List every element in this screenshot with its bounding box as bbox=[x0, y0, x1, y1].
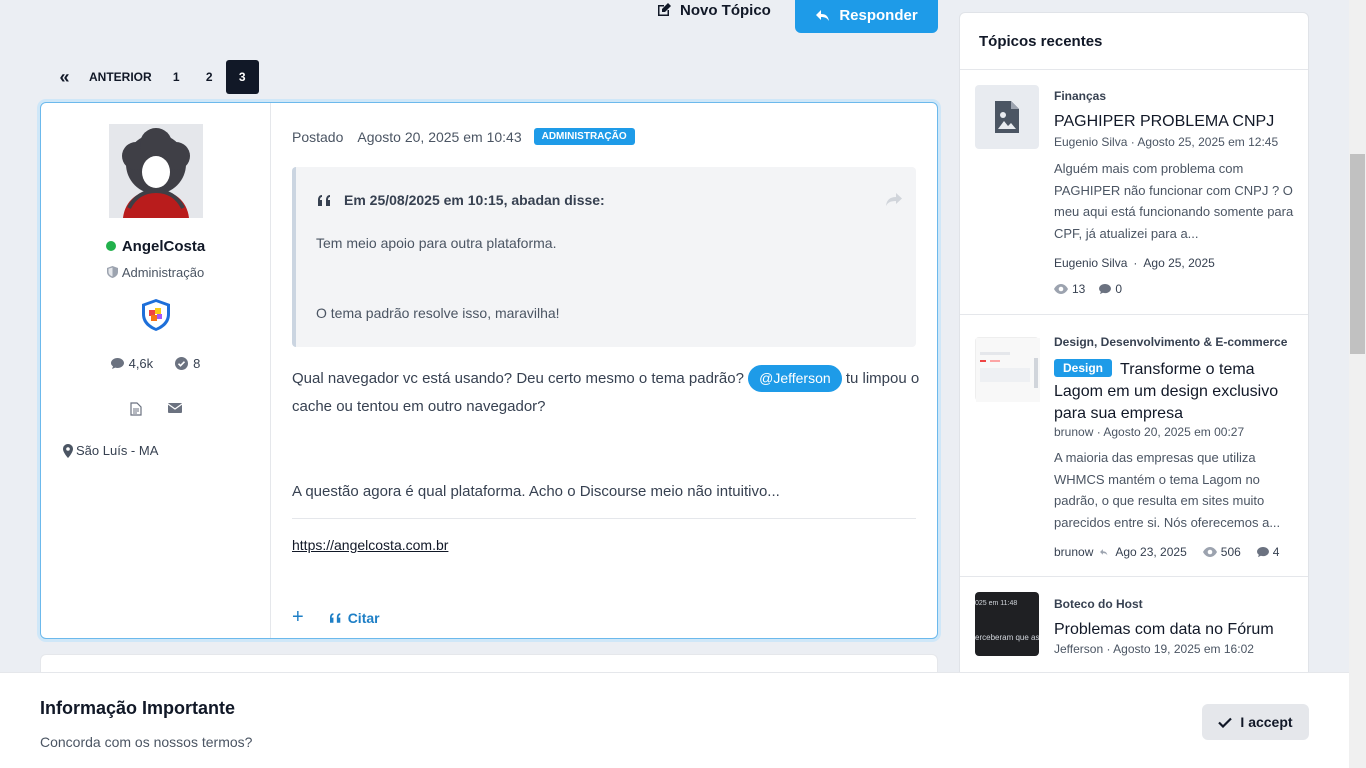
pagination: « ANTERIOR 1 2 3 bbox=[48, 60, 259, 94]
user-mention[interactable]: @Jefferson bbox=[748, 365, 842, 392]
posted-label: Postado bbox=[292, 128, 344, 145]
post-date[interactable]: Agosto 20, 2025 em 10:43 bbox=[357, 129, 521, 145]
topic-byline: Jefferson · Agosto 19, 2025 em 16:02 bbox=[1054, 642, 1254, 656]
post-body-paragraph-2: A questão agora é qual plataforma. Acho … bbox=[292, 483, 780, 500]
topic-last-reply: brunow Ago 23, 2025 506 4 bbox=[1054, 545, 1280, 559]
topic-thumbnail[interactable] bbox=[975, 337, 1040, 402]
quote-header: Em 25/08/2025 em 10:15, abadan disse: bbox=[318, 192, 605, 208]
sidebar-title: Tópicos recentes bbox=[960, 13, 1308, 70]
author-name: AngelCosta bbox=[121, 238, 206, 255]
terms-banner: Informação Importante Concorda com os no… bbox=[0, 672, 1349, 768]
topic-excerpt: A maioria das empresas que utiliza WHMCS… bbox=[1054, 450, 1281, 530]
quote-line-2: O tema padrão resolve isso, maravilha! bbox=[316, 305, 560, 321]
reply-icon bbox=[1100, 548, 1108, 555]
banner-subtitle: Concorda com os nossos termos? bbox=[40, 734, 253, 750]
page-2-button[interactable]: 2 bbox=[193, 60, 226, 94]
reply-button[interactable]: Responder bbox=[795, 0, 938, 33]
avatar[interactable] bbox=[109, 124, 203, 218]
author-panel: AngelCosta Administração 4,6k 8 São Luís… bbox=[41, 103, 271, 638]
quote-icon bbox=[318, 194, 330, 206]
recent-topics-sidebar: Tópicos recentes Finanças PAGHIPER PROBL… bbox=[959, 12, 1309, 712]
topic-title[interactable]: Design Transforme o tema Lagom em um desi… bbox=[1054, 357, 1298, 425]
group-badge: ADMINISTRAÇÃO bbox=[533, 128, 635, 145]
post-count: 4,6k bbox=[110, 356, 153, 371]
achievement-badge-icon[interactable] bbox=[142, 299, 170, 331]
previous-page-button[interactable]: ANTERIOR bbox=[81, 60, 160, 94]
quote-icon bbox=[329, 612, 340, 623]
comment-icon bbox=[110, 357, 124, 369]
topic-item[interactable]: Design, Desenvolvimento & E-commerce Des… bbox=[960, 315, 1308, 577]
topic-stats: 13 0 bbox=[1054, 282, 1122, 296]
accept-button[interactable]: I accept bbox=[1202, 704, 1309, 740]
new-topic-label: Novo Tópico bbox=[680, 1, 771, 19]
eye-icon bbox=[1202, 547, 1217, 557]
author-links bbox=[41, 402, 270, 416]
topic-title[interactable]: Problemas com data no Fórum bbox=[1054, 619, 1298, 641]
page-3-button[interactable]: 3 bbox=[225, 60, 259, 94]
quote-button[interactable]: Citar bbox=[329, 610, 380, 626]
quote-block: Em 25/08/2025 em 10:15, abadan disse: Te… bbox=[292, 167, 916, 347]
topic-category[interactable]: Finanças bbox=[1054, 89, 1106, 103]
topic-last-reply: Eugenio Silva · Ago 25, 2025 bbox=[1054, 256, 1215, 270]
author-role: Administração bbox=[121, 265, 205, 280]
topic-category[interactable]: Design, Desenvolvimento & E-commerce bbox=[1054, 335, 1287, 349]
add-reaction-button[interactable]: + bbox=[292, 606, 304, 629]
topic-tag[interactable]: Design bbox=[1054, 359, 1113, 377]
post-body-paragraph-1: Qual navegador vc está usando? Deu certo… bbox=[292, 365, 922, 421]
shield-icon bbox=[106, 266, 118, 278]
topic-category[interactable]: Boteco do Host bbox=[1054, 597, 1143, 611]
new-topic-button[interactable]: Novo Tópico bbox=[656, 0, 771, 20]
signature-divider bbox=[292, 518, 916, 519]
file-icon[interactable] bbox=[129, 402, 142, 416]
author-name-row[interactable]: AngelCosta bbox=[41, 238, 270, 255]
post-card: AngelCosta Administração 4,6k 8 São Luís… bbox=[40, 102, 938, 639]
topic-thumbnail[interactable] bbox=[975, 85, 1039, 149]
image-file-icon bbox=[995, 101, 1019, 133]
envelope-icon[interactable] bbox=[167, 402, 182, 414]
post-actions: + Citar bbox=[292, 606, 380, 629]
topic-excerpt: Alguém mais com problema com PAGHIPER nã… bbox=[1054, 161, 1294, 241]
online-status-icon bbox=[105, 241, 116, 251]
topic-thumbnail[interactable]: 025 em 11:48 erceberam que as bbox=[975, 592, 1039, 656]
check-icon bbox=[1218, 717, 1233, 728]
reply-label: Responder bbox=[839, 7, 918, 24]
comment-icon bbox=[1099, 283, 1112, 294]
topic-title[interactable]: PAGHIPER PROBLEMA CNPJ bbox=[1054, 111, 1298, 133]
eye-icon bbox=[1054, 284, 1068, 294]
first-page-button[interactable]: « bbox=[48, 60, 81, 94]
author-role-row: Administração bbox=[41, 265, 270, 280]
topic-byline: brunow · Agosto 20, 2025 em 00:27 bbox=[1054, 425, 1245, 439]
check-circle-icon bbox=[175, 357, 189, 370]
page-1-button[interactable]: 1 bbox=[160, 60, 193, 94]
banner-title: Informação Importante bbox=[40, 698, 236, 718]
signature-link[interactable]: https://angelcosta.com.br bbox=[292, 537, 448, 553]
map-pin-icon bbox=[63, 443, 73, 458]
topic-item[interactable]: Finanças PAGHIPER PROBLEMA CNPJ Eugenio … bbox=[960, 70, 1308, 315]
author-stats: 4,6k 8 bbox=[41, 356, 270, 371]
author-location: São Luís - MA bbox=[63, 443, 158, 458]
topic-byline: Eugenio Silva · Agosto 25, 2025 em 12:45 bbox=[1054, 135, 1279, 149]
reply-icon bbox=[816, 9, 830, 21]
comment-icon bbox=[1256, 546, 1269, 557]
post-content: Postado Agosto 20, 2025 em 10:43 ADMINIS… bbox=[271, 103, 937, 638]
edit-icon bbox=[658, 3, 671, 16]
scrollbar-thumb[interactable] bbox=[1350, 154, 1365, 354]
share-icon[interactable] bbox=[886, 193, 902, 206]
solutions-count: 8 bbox=[175, 356, 200, 371]
page-scrollbar[interactable] bbox=[1349, 0, 1366, 768]
post-meta: Postado Agosto 20, 2025 em 10:43 ADMINIS… bbox=[292, 128, 635, 145]
quote-line-1: Tem meio apoio para outra plataforma. bbox=[316, 235, 557, 251]
